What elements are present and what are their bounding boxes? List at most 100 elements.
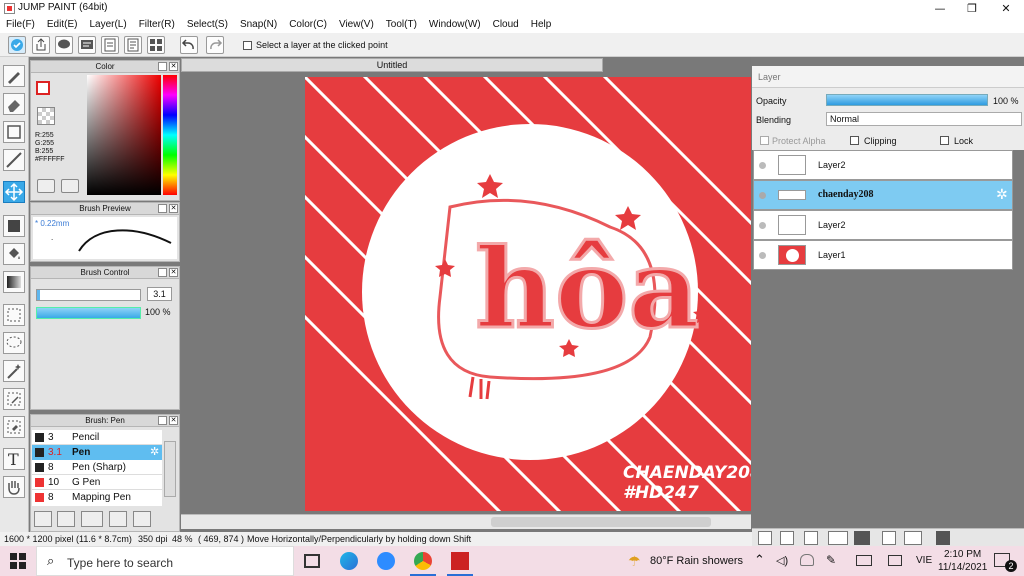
maximize-button[interactable]: ❐ <box>956 0 988 17</box>
page-icon[interactable] <box>101 36 119 54</box>
gradient-tool-icon[interactable] <box>3 271 25 293</box>
magic-wand-tool-icon[interactable] <box>3 360 25 382</box>
delete-layer-icon[interactable] <box>936 531 950 545</box>
layer-row[interactable]: Layer1 <box>753 240 1013 270</box>
layer-menu-icon[interactable] <box>904 531 922 545</box>
visibility-icon[interactable] <box>759 192 766 199</box>
windows-start-icon[interactable] <box>10 553 26 569</box>
select-rect-tool-icon[interactable] <box>3 121 25 143</box>
new-brush-icon[interactable] <box>57 511 75 527</box>
clock-date[interactable]: 11/14/2021 <box>938 562 987 573</box>
share-icon[interactable] <box>32 36 50 54</box>
clock-time[interactable]: 2:10 PM <box>944 549 981 560</box>
undock-icon[interactable] <box>158 416 167 425</box>
brush-group-icon[interactable] <box>34 511 52 527</box>
saturation-value-picker[interactable] <box>87 75 161 195</box>
select-eraser-tool-icon[interactable] <box>3 416 25 438</box>
eraser-tool-icon[interactable] <box>3 93 25 115</box>
merge-layer-icon[interactable] <box>882 531 896 545</box>
list-item[interactable]: 3.1 Pen ✲ <box>32 445 162 460</box>
artwork-canvas[interactable]: hôa CHAENDAY208 #HD247 <box>305 77 751 511</box>
lock-checkbox[interactable] <box>940 136 949 145</box>
panel-close-icon[interactable]: ✕ <box>169 416 178 425</box>
panel-close-icon[interactable]: ✕ <box>169 268 178 277</box>
layer-row[interactable]: Layer2 <box>753 210 1013 240</box>
menu-filter[interactable]: Filter(R) <box>139 17 181 33</box>
horizontal-scroll-thumb[interactable] <box>491 517 711 527</box>
panel-close-icon[interactable]: ✕ <box>169 204 178 213</box>
edge-icon[interactable] <box>340 552 358 570</box>
list-item[interactable]: 10 G Pen <box>32 475 162 490</box>
menu-layer[interactable]: Layer(L) <box>89 17 132 33</box>
menu-help[interactable]: Help <box>531 17 558 33</box>
undo-icon[interactable] <box>180 36 198 54</box>
task-view-icon[interactable] <box>304 554 320 568</box>
minimize-button[interactable]: — <box>924 0 956 17</box>
brush-tool-icon[interactable] <box>3 65 25 87</box>
hand-tool-icon[interactable] <box>3 476 25 498</box>
brush-menu-icon[interactable] <box>81 511 103 527</box>
pen-line-tool-icon[interactable] <box>3 149 25 171</box>
list-item[interactable]: 3 Pencil <box>32 430 162 445</box>
menu-tool[interactable]: Tool(T) <box>386 17 423 33</box>
menu-edit[interactable]: Edit(E) <box>47 17 84 33</box>
weather-text[interactable]: 80°F Rain showers <box>650 555 743 567</box>
list-item[interactable]: 8 Mapping Pen <box>32 490 162 505</box>
fill-rect-tool-icon[interactable] <box>3 215 25 237</box>
document-icon[interactable] <box>124 36 142 54</box>
onedrive-icon[interactable] <box>800 554 814 566</box>
copy-layer-icon[interactable] <box>804 531 818 545</box>
chrome-icon[interactable] <box>414 552 432 570</box>
comment-icon[interactable] <box>55 36 73 54</box>
taskbar-search-box[interactable]: ⌕ Type here to search <box>36 546 294 576</box>
undock-icon[interactable] <box>158 62 167 71</box>
redo-icon[interactable] <box>206 36 224 54</box>
brush-copy-icon[interactable] <box>109 511 127 527</box>
menu-select[interactable]: Select(S) <box>187 17 234 33</box>
message-icon[interactable] <box>78 36 96 54</box>
text-tool-icon[interactable]: T <box>3 448 25 470</box>
blending-select[interactable]: Normal <box>826 112 1022 126</box>
hue-slider[interactable] <box>163 75 177 195</box>
brush-list-scrollbar[interactable] <box>164 441 176 497</box>
visibility-icon[interactable] <box>759 252 766 259</box>
menu-color[interactable]: Color(C) <box>289 17 333 33</box>
zoom-icon[interactable] <box>377 552 395 570</box>
select-pen-tool-icon[interactable] <box>3 388 25 410</box>
select-layer-checkbox[interactable] <box>243 41 252 50</box>
new-layer-icon[interactable] <box>758 531 772 545</box>
visibility-icon[interactable] <box>759 162 766 169</box>
clipping-checkbox[interactable] <box>850 136 859 145</box>
menu-snap[interactable]: Snap(N) <box>240 17 283 33</box>
bucket-tool-icon[interactable] <box>3 243 25 265</box>
tray-chevron-up-icon[interactable]: ⌃ <box>754 552 765 568</box>
keyboard-icon[interactable] <box>856 555 872 566</box>
foreground-color-swatch[interactable] <box>36 81 50 95</box>
jump-paint-icon[interactable] <box>451 552 469 570</box>
document-tab[interactable]: Untitled <box>181 58 603 72</box>
lasso-tool-icon[interactable] <box>3 332 25 354</box>
network-icon[interactable] <box>888 555 902 566</box>
protect-alpha-checkbox[interactable] <box>760 136 769 145</box>
grid-icon[interactable] <box>147 36 165 54</box>
language-indicator[interactable]: VIE <box>916 555 932 566</box>
transparent-color-swatch[interactable] <box>37 107 55 125</box>
new-layer-icon[interactable] <box>780 531 794 545</box>
menu-cloud[interactable]: Cloud <box>493 17 525 33</box>
undock-icon[interactable] <box>158 204 167 213</box>
folder-icon[interactable] <box>854 531 870 545</box>
menu-file[interactable]: File(F) <box>6 17 41 33</box>
eyedropper-icon[interactable] <box>61 179 79 193</box>
palette-icon[interactable] <box>37 179 55 193</box>
pen-icon[interactable]: ✎ <box>826 553 836 567</box>
horizontal-scrollbar[interactable] <box>181 514 751 529</box>
close-button[interactable]: ✕ <box>990 0 1022 17</box>
visibility-icon[interactable] <box>759 222 766 229</box>
layer-row[interactable]: Layer2 <box>753 150 1013 180</box>
add-layer-menu-icon[interactable] <box>828 531 848 545</box>
volume-icon[interactable]: ◁) <box>776 554 788 567</box>
layer-opacity-slider[interactable] <box>826 94 988 106</box>
layer-settings-icon[interactable]: ✲ <box>996 186 1008 203</box>
undock-icon[interactable] <box>158 268 167 277</box>
panel-close-icon[interactable]: ✕ <box>169 62 178 71</box>
